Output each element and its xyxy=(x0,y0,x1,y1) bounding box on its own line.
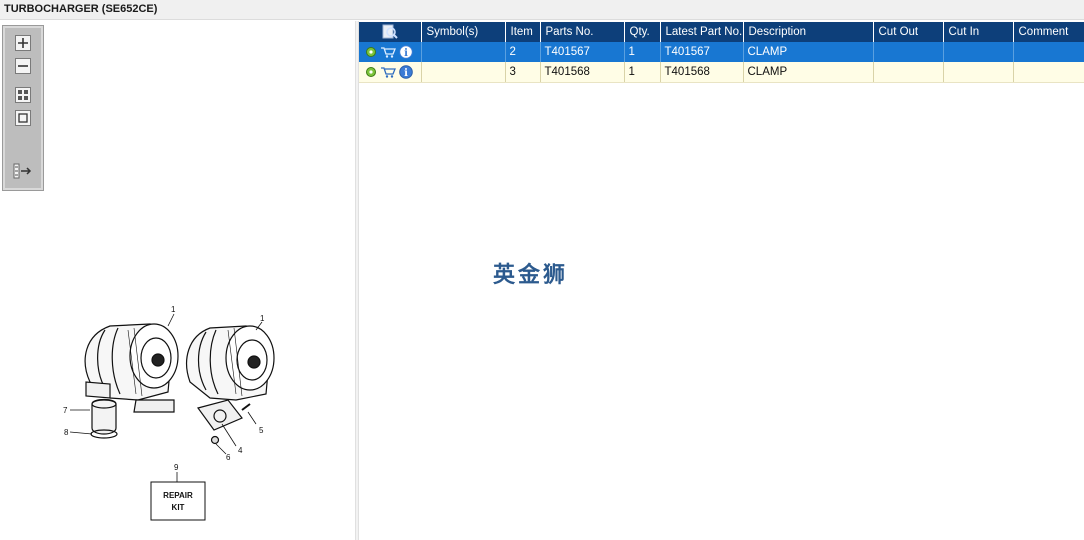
parts-table: Symbol(s) Item Parts No. Qty. Latest Par… xyxy=(359,22,1084,83)
cell-symbols xyxy=(421,62,506,83)
cell-cut-out xyxy=(873,62,944,83)
svg-text:i: i xyxy=(404,48,408,59)
column-header-search[interactable] xyxy=(359,22,422,42)
fit-all-icon xyxy=(15,87,31,103)
callout-6[interactable]: 6 xyxy=(226,453,231,462)
info-icon[interactable]: i xyxy=(399,64,413,79)
cell-item: 2 xyxy=(505,42,541,62)
cell-parts-no: T401567 xyxy=(540,42,625,62)
column-header-symbols[interactable]: Symbol(s) xyxy=(421,22,506,42)
callout-1a[interactable]: 1 xyxy=(171,305,176,314)
cell-cut-in xyxy=(943,42,1014,62)
cell-qty: 1 xyxy=(624,62,661,83)
zoom-in-button[interactable] xyxy=(13,34,33,52)
toggle-list-button[interactable] xyxy=(13,162,33,180)
cell-description: CLAMP xyxy=(743,42,874,62)
row-actions: i xyxy=(359,42,422,62)
cell-comment xyxy=(1013,62,1084,83)
callout-1b[interactable]: 1 xyxy=(260,314,265,323)
cell-cut-in xyxy=(943,62,1014,83)
repair-kit-label-1: REPAIR xyxy=(163,491,193,500)
row-actions: i xyxy=(359,62,422,83)
callout-5[interactable]: 5 xyxy=(259,426,264,435)
cell-latest-part-no: T401568 xyxy=(660,62,744,83)
column-header-parts-no[interactable]: Parts No. xyxy=(540,22,625,42)
cell-symbols xyxy=(421,42,506,62)
fit-all-button[interactable] xyxy=(13,86,33,104)
zoom-out-button[interactable] xyxy=(13,57,33,75)
cell-description: CLAMP xyxy=(743,62,874,83)
cell-cut-out xyxy=(873,42,944,62)
column-header-comment[interactable]: Comment xyxy=(1013,22,1084,42)
actual-size-button[interactable] xyxy=(13,109,33,127)
repair-kit-label-2: KIT xyxy=(172,503,185,512)
parts-diagram: 1 1 7 8 5 4 6 9 REPAIR KIT xyxy=(63,305,275,521)
turbocharger-drawing-left[interactable] xyxy=(84,323,179,413)
repair-kit-box[interactable]: REPAIR KIT xyxy=(150,481,206,521)
column-header-description[interactable]: Description xyxy=(743,22,874,42)
zoom-out-icon xyxy=(15,58,31,74)
cell-latest-part-no: T401567 xyxy=(660,42,744,62)
gear-icon[interactable] xyxy=(365,46,377,58)
watermark-text: 英金狮 xyxy=(493,263,569,288)
cell-item: 3 xyxy=(505,62,541,83)
search-list-icon[interactable] xyxy=(382,24,398,40)
window-title: TURBOCHARGER (SE652CE) xyxy=(4,3,158,15)
actual-size-icon xyxy=(15,110,31,126)
title-bar: TURBOCHARGER (SE652CE) xyxy=(0,0,1084,20)
turbocharger-drawing-right[interactable] xyxy=(186,325,275,431)
column-header-cut-out[interactable]: Cut Out xyxy=(873,22,944,42)
column-header-latest-part-no[interactable]: Latest Part No. xyxy=(660,22,744,42)
callout-4[interactable]: 4 xyxy=(238,446,243,455)
table-row[interactable]: i 3 T401568 1 T401568 CLAMP xyxy=(359,62,1084,83)
callout-9[interactable]: 9 xyxy=(174,463,179,472)
gear-icon[interactable] xyxy=(365,66,377,78)
column-header-qty[interactable]: Qty. xyxy=(624,22,661,42)
column-header-cut-in[interactable]: Cut In xyxy=(943,22,1014,42)
parts-list-pane: Symbol(s) Item Parts No. Qty. Latest Par… xyxy=(359,21,1084,540)
view-toolbox xyxy=(2,25,44,191)
cell-parts-no: T401568 xyxy=(540,62,625,83)
column-header-item[interactable]: Item xyxy=(505,22,541,42)
callout-8[interactable]: 8 xyxy=(64,428,69,437)
svg-text:i: i xyxy=(404,68,408,79)
cart-icon[interactable] xyxy=(380,66,396,78)
zoom-in-icon xyxy=(15,35,31,51)
cell-comment xyxy=(1013,42,1084,62)
gasket-drawing[interactable] xyxy=(90,398,118,439)
info-icon[interactable]: i xyxy=(399,45,413,59)
callout-7[interactable]: 7 xyxy=(63,406,68,415)
table-header-row: Symbol(s) Item Parts No. Qty. Latest Par… xyxy=(359,22,1084,42)
cell-qty: 1 xyxy=(624,42,661,62)
cart-icon[interactable] xyxy=(380,46,396,58)
table-row[interactable]: i 2 T401567 1 T401567 CLAMP xyxy=(359,42,1084,62)
app-window: TURBOCHARGER (SE652CE) 1 1 7 8 5 4 6 9 R… xyxy=(0,0,1084,540)
list-arrow-icon xyxy=(13,163,32,179)
